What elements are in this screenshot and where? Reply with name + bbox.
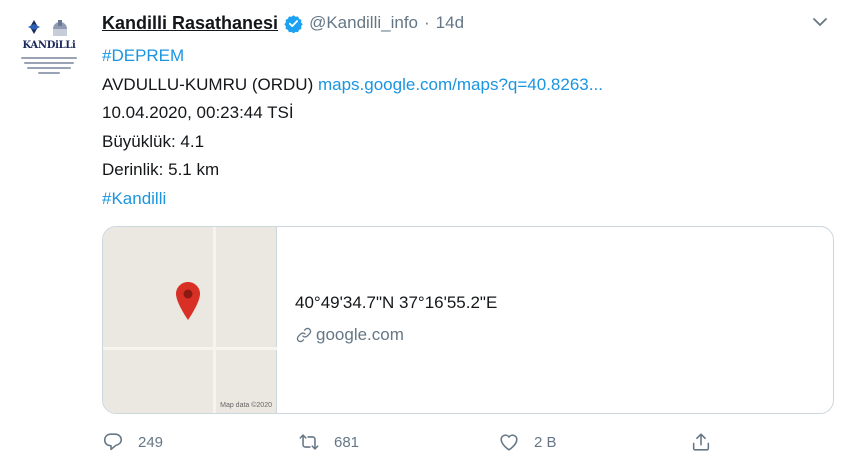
avatar-label: KANDiLLi <box>22 40 76 51</box>
avatar[interactable]: KANDiLLi <box>14 16 84 86</box>
hashtag-link[interactable]: #DEPREM <box>102 46 184 65</box>
author-name[interactable]: Kandilli Rasathanesi <box>102 13 278 34</box>
like-button[interactable]: 2 B <box>498 428 557 456</box>
tweet-line: Büyüklük: 4.1 <box>102 128 603 157</box>
hashtag-link[interactable]: #Kandilli <box>102 189 166 208</box>
like-count: 2 B <box>534 433 557 451</box>
tweet[interactable]: KANDiLLi Kandilli Rasathanesi @Kandilli_… <box>0 0 850 475</box>
tweet-header: Kandilli Rasathanesi @Kandilli_info · 14… <box>102 10 464 36</box>
tweet-text-segment: Derinlik: 5.1 km <box>102 160 220 179</box>
map-thumbnail: Map data ©2020 <box>103 227 277 413</box>
share-icon <box>692 433 710 451</box>
tweet-timestamp[interactable]: 14d <box>436 13 464 33</box>
tweet-text-segment: AVDULLU-KUMRU (ORDU) <box>102 74 318 94</box>
card-domain-text: google.com <box>316 325 404 344</box>
reply-button[interactable]: 249 <box>102 428 163 456</box>
chevron-down-icon[interactable] <box>810 12 830 32</box>
card-info: 40°49'34.7"N 37°16'55.2"E google.com <box>295 293 497 345</box>
link-preview-card[interactable]: Map data ©2020 40°49'34.7"N 37°16'55.2"E… <box>102 226 834 414</box>
link-icon <box>296 327 312 343</box>
tweet-text-segment: 10.04.2020, 00:23:44 TSİ <box>102 103 294 122</box>
tweet-line: Derinlik: 5.1 km <box>102 156 603 185</box>
tweet-actions: 249 681 2 B <box>102 428 722 456</box>
retweet-button[interactable]: 681 <box>298 428 359 456</box>
retweet-count: 681 <box>334 433 360 451</box>
retweet-icon <box>299 434 319 450</box>
tweet-line: #DEPREM <box>102 42 603 71</box>
reply-count: 249 <box>138 433 164 451</box>
card-domain: google.com <box>295 325 497 345</box>
tweet-line: 10.04.2020, 00:23:44 TSİ <box>102 99 603 128</box>
avatar-subtitle-lines <box>20 54 78 80</box>
reply-icon <box>103 433 123 451</box>
observatory-logo-icon <box>28 20 67 36</box>
verified-badge-icon <box>284 14 303 33</box>
url-link[interactable]: maps.google.com/maps?q=40.8263... <box>318 75 603 94</box>
tweet-line: AVDULLU-KUMRU (ORDU) maps.google.com/map… <box>102 71 603 100</box>
tweet-text: #DEPREM AVDULLU-KUMRU (ORDU) maps.google.… <box>102 42 603 213</box>
tweet-line: #Kandilli <box>102 185 603 214</box>
header-separator: · <box>424 13 430 32</box>
card-title: 40°49'34.7"N 37°16'55.2"E <box>295 293 498 312</box>
share-button[interactable] <box>690 428 726 456</box>
tweet-text-segment: Büyüklük: 4.1 <box>102 131 205 151</box>
author-handle[interactable]: @Kandilli_info <box>309 13 418 33</box>
map-credit: Map data ©2020 <box>220 402 272 409</box>
map-pin-icon <box>176 282 200 320</box>
heart-icon <box>500 434 518 451</box>
